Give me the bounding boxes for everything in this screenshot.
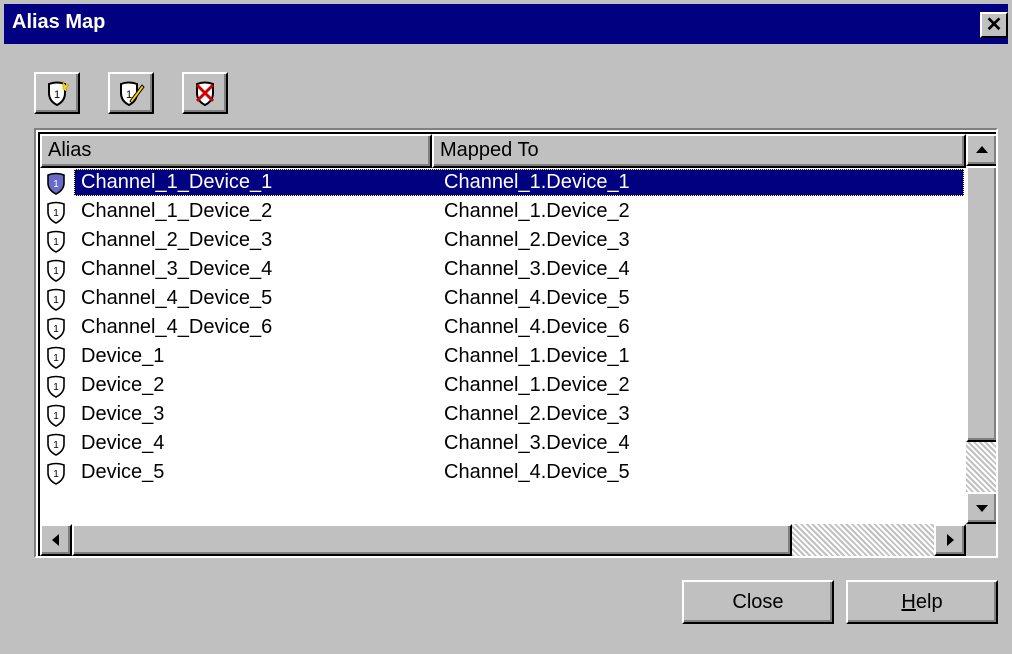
table-row[interactable]: 1 Channel_4_Device_6 Channel_4.Device_6: [40, 313, 966, 342]
arrow-left-icon: [52, 534, 59, 546]
scroll-up-button[interactable]: [966, 134, 996, 166]
mapped-to-cell: Channel_2.Device_3: [444, 403, 630, 425]
scroll-left-button[interactable]: [40, 524, 72, 556]
table-row[interactable]: 1 Device_2 Channel_1.Device_2: [40, 371, 966, 400]
horizontal-scroll-thumb[interactable]: [72, 524, 792, 556]
svg-text:1: 1: [53, 179, 59, 190]
svg-text:1: 1: [53, 382, 59, 393]
vertical-scrollbar[interactable]: [966, 134, 996, 524]
help-button[interactable]: Help: [846, 580, 998, 624]
alias-icon: 1: [47, 375, 65, 398]
title-bar[interactable]: Alias Map ✕: [4, 4, 1008, 44]
alias-cell: Device_3: [81, 403, 165, 425]
alias-cell: Device_5: [81, 461, 165, 483]
table-row[interactable]: 1 Channel_1_Device_2 Channel_1.Device_2: [40, 197, 966, 226]
table-row[interactable]: 1 Channel_3_Device_4 Channel_3.Device_4: [40, 255, 966, 284]
svg-text:1: 1: [53, 469, 59, 480]
mapped-to-cell: Channel_4.Device_5: [444, 461, 630, 483]
mapped-to-cell: Channel_1.Device_2: [444, 374, 630, 396]
alias-cell: Device_1: [81, 345, 165, 367]
table-row[interactable]: 1 Device_3 Channel_2.Device_3: [40, 400, 966, 429]
edit-alias-icon: 1: [120, 81, 145, 107]
alias-icon: 1: [47, 346, 65, 369]
table-row[interactable]: 1 Channel_2_Device_3 Channel_2.Device_3: [40, 226, 966, 255]
mapped-to-cell: Channel_1.Device_1: [444, 171, 630, 193]
new-alias-icon: 1: [48, 80, 70, 107]
alias-icon: 1: [47, 201, 65, 224]
table-row[interactable]: 1 Channel_4_Device_5 Channel_4.Device_5: [40, 284, 966, 313]
svg-text:1: 1: [53, 440, 59, 451]
alias-cell: Channel_1_Device_2: [81, 200, 273, 222]
alias-cell: Channel_1_Device_1: [81, 171, 273, 193]
svg-text:1: 1: [53, 237, 59, 248]
arrow-down-icon: [976, 505, 988, 512]
table-row[interactable]: 1 Channel_1_Device_1 Channel_1.Device_1: [40, 168, 966, 197]
mapped-to-cell: Channel_3.Device_4: [444, 432, 630, 454]
help-mnemonic: H: [901, 591, 916, 613]
svg-text:1: 1: [53, 295, 59, 306]
vertical-scroll-track[interactable]: [966, 442, 996, 492]
svg-text:1: 1: [53, 324, 59, 335]
column-header-alias[interactable]: Alias: [40, 134, 432, 168]
alias-cell: Channel_4_Device_5: [81, 287, 273, 309]
column-header-mapped-to[interactable]: Mapped To: [432, 134, 966, 168]
close-button[interactable]: Close: [682, 580, 834, 624]
alias-cell: Channel_3_Device_4: [81, 258, 273, 280]
alias-cell: Channel_4_Device_6: [81, 316, 273, 338]
mapped-to-cell: Channel_3.Device_4: [444, 258, 630, 280]
mapped-to-cell: Channel_1.Device_1: [444, 345, 630, 367]
new-alias-button[interactable]: 1: [34, 72, 80, 114]
svg-text:1: 1: [53, 411, 59, 422]
alias-icon: 1: [47, 317, 65, 340]
alias-icon: 1: [47, 433, 65, 456]
alias-icon: 1: [47, 230, 65, 253]
svg-text:1: 1: [53, 266, 59, 277]
alias-icon: 1: [47, 288, 65, 311]
table-row[interactable]: 1 Device_4 Channel_3.Device_4: [40, 429, 966, 458]
help-label: elp: [915, 591, 943, 613]
list-rows: 1 Channel_1_Device_1 Channel_1.Device_1 1 Ch…: [40, 168, 966, 487]
scroll-right-button[interactable]: [934, 524, 966, 556]
arrow-right-icon: [947, 534, 954, 546]
scroll-down-button[interactable]: [966, 492, 996, 524]
alias-cell: Device_4: [81, 432, 165, 454]
alias-icon: 1: [47, 259, 65, 282]
svg-text:1: 1: [53, 353, 59, 364]
table-row[interactable]: 1 Device_5 Channel_4.Device_5: [40, 458, 966, 487]
vertical-scroll-thumb[interactable]: [966, 166, 996, 442]
mapped-to-cell: Channel_4.Device_5: [444, 287, 630, 309]
list-header: Alias Mapped To: [40, 134, 966, 168]
horizontal-scrollbar[interactable]: [40, 524, 966, 556]
horizontal-scroll-track[interactable]: [792, 524, 934, 556]
table-row[interactable]: 1 Device_1 Channel_1.Device_1: [40, 342, 966, 371]
alias-cell: Device_2: [81, 374, 165, 396]
alias-cell: Channel_2_Device_3: [81, 229, 273, 251]
delete-alias-button[interactable]: [182, 72, 228, 114]
delete-alias-icon: [195, 81, 215, 107]
alias-icon: 1: [47, 172, 65, 195]
arrow-up-icon: [976, 146, 988, 153]
alias-icon: 1: [47, 404, 65, 427]
svg-text:1: 1: [53, 208, 59, 219]
alias-list[interactable]: Alias Mapped To 1 Channel_1_Device_1 Chann…: [34, 128, 998, 558]
alias-icon: 1: [47, 462, 65, 485]
edit-alias-button[interactable]: 1: [108, 72, 154, 114]
svg-text:1: 1: [54, 89, 60, 101]
mapped-to-cell: Channel_1.Device_2: [444, 200, 630, 222]
alias-map-dialog: Alias Map ✕ 1 1 Alias Mapped To 1Channe: [0, 0, 1012, 654]
window-title: Alias Map: [12, 11, 106, 33]
mapped-to-cell: Channel_2.Device_3: [444, 229, 630, 251]
mapped-to-cell: Channel_4.Device_6: [444, 316, 630, 338]
close-icon[interactable]: ✕: [980, 12, 1008, 38]
scrollbar-corner: [966, 524, 996, 556]
